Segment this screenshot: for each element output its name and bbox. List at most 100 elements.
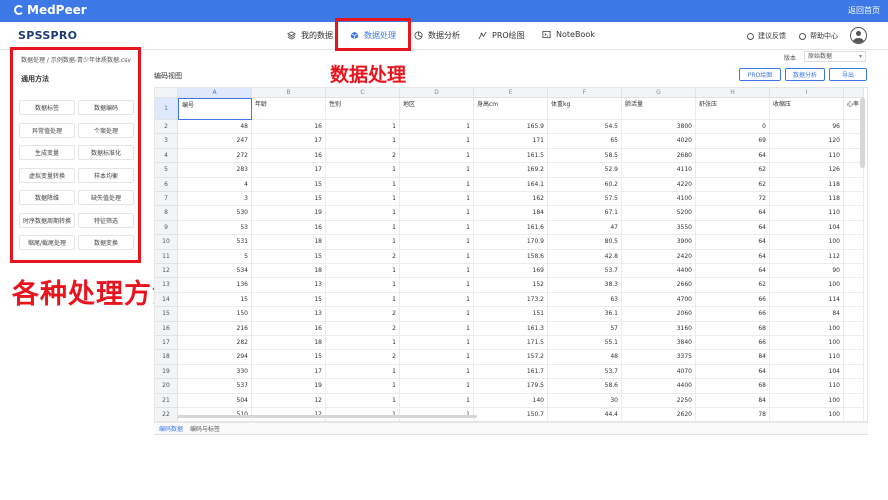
method-button[interactable]: 样本均衡 [78,167,134,183]
table-cell[interactable]: 2680 [622,148,696,164]
table-cell[interactable]: 1 [326,235,400,250]
row-header[interactable]: 1 [155,98,178,120]
table-cell[interactable]: 64 [696,264,770,279]
table-cell[interactable]: 1 [326,264,400,279]
table-cell[interactable]: 2620 [622,408,696,421]
table-cell[interactable]: 2 [326,350,400,365]
table-cell[interactable]: 4400 [622,379,696,394]
spsspro-brand[interactable]: SPSSPRO [18,29,77,42]
table-cell[interactable]: 17 [252,134,326,149]
table-cell[interactable]: 2 [326,148,400,164]
table-cell[interactable]: 1 [400,336,474,351]
table-cell[interactable]: 1 [400,163,474,178]
column-header[interactable] [844,88,864,98]
table-cell[interactable]: 104 [770,364,844,380]
tab-encoded-data[interactable]: 编码数据 [159,424,183,433]
table-cell[interactable]: 53.7 [548,364,622,380]
table-cell[interactable]: 164.1 [474,177,548,192]
table-cell[interactable]: 84 [696,350,770,365]
table-cell[interactable]: 104 [770,220,844,236]
header-cell[interactable]: 身高cm [474,98,548,120]
table-cell[interactable]: 44.4 [548,408,622,421]
table-cell[interactable]: 100 [770,408,844,421]
method-button[interactable]: 缩尾/截尾处理 [19,235,75,250]
table-cell[interactable]: 64 [696,364,770,380]
table-cell[interactable]: 118 [770,177,844,192]
table-cell[interactable] [844,249,864,264]
table-cell[interactable]: 54.5 [548,120,622,135]
table-cell[interactable]: 15 [252,249,326,264]
table-cell[interactable]: 112 [770,249,844,264]
table-cell[interactable]: 48 [548,350,622,365]
table-cell[interactable]: 1 [400,350,474,365]
table-cell[interactable] [844,364,864,380]
column-header[interactable]: F [548,88,622,98]
table-cell[interactable]: 84 [696,393,770,408]
table-cell[interactable]: 100 [770,235,844,250]
table-cell[interactable]: 534 [178,264,252,279]
row-header[interactable]: 12 [155,264,178,279]
table-cell[interactable]: 1 [400,220,474,236]
table-cell[interactable]: 3840 [622,336,696,351]
row-header[interactable]: 14 [155,292,178,308]
table-cell[interactable]: 58.6 [548,379,622,394]
table-cell[interactable]: 65 [548,134,622,149]
table-cell[interactable]: 150.7 [474,408,548,421]
table-cell[interactable] [844,278,864,293]
table-cell[interactable]: 1 [326,206,400,221]
table-cell[interactable]: 2060 [622,307,696,322]
table-cell[interactable]: 110 [770,350,844,365]
method-button[interactable]: 个案处理 [78,122,134,138]
table-cell[interactable]: 1 [400,120,474,135]
method-button[interactable]: 时序数据周期转换 [19,212,75,228]
table-cell[interactable]: 171 [474,134,548,149]
table-cell[interactable]: 1 [400,379,474,394]
table-cell[interactable]: 100 [770,321,844,336]
table-cell[interactable]: 1 [326,292,400,308]
table-cell[interactable]: 42.8 [548,249,622,264]
table-cell[interactable]: 4700 [622,292,696,308]
table-cell[interactable]: 247 [178,134,252,149]
row-header[interactable]: 9 [155,220,178,236]
method-button[interactable]: 异常值处理 [19,122,75,138]
table-cell[interactable]: 3160 [622,321,696,336]
table-cell[interactable]: 78 [696,408,770,421]
method-button[interactable]: 缺失值处理 [78,190,134,205]
table-cell[interactable]: 53.7 [548,264,622,279]
table-cell[interactable]: 1 [326,278,400,293]
breadcrumb[interactable]: 数据处理 / 示例数据-青少年体质数据.csv [21,55,131,64]
table-cell[interactable]: 13 [252,278,326,293]
row-header[interactable]: 15 [155,307,178,322]
table-cell[interactable]: 16 [252,148,326,164]
table-cell[interactable]: 140 [474,393,548,408]
row-header[interactable]: 16 [155,321,178,336]
table-cell[interactable]: 114 [770,292,844,308]
table-cell[interactable] [844,379,864,394]
row-header[interactable]: 5 [155,163,178,178]
table-cell[interactable]: 2250 [622,393,696,408]
table-cell[interactable]: 179.5 [474,379,548,394]
table-cell[interactable]: 1 [400,177,474,192]
table-cell[interactable]: 64 [696,220,770,236]
table-cell[interactable]: 173.2 [474,292,548,308]
table-cell[interactable]: 126 [770,163,844,178]
table-cell[interactable]: 57.5 [548,192,622,207]
table-cell[interactable]: 80.5 [548,235,622,250]
table-cell[interactable]: 18 [252,264,326,279]
table-cell[interactable]: 170.9 [474,235,548,250]
table-cell[interactable]: 64 [696,235,770,250]
table-cell[interactable]: 171.5 [474,336,548,351]
table-cell[interactable]: 169 [474,264,548,279]
column-header[interactable]: A [178,88,252,98]
table-cell[interactable]: 1 [400,321,474,336]
header-cell[interactable]: 编号 [178,98,252,120]
table-cell[interactable]: 12 [252,393,326,408]
table-cell[interactable]: 100 [770,278,844,293]
table-cell[interactable]: 16 [252,120,326,135]
table-cell[interactable]: 1 [326,364,400,380]
table-cell[interactable]: 110 [770,148,844,164]
help-center-link[interactable]: 帮助中心 [799,31,838,41]
row-header[interactable]: 2 [155,120,178,135]
table-cell[interactable]: 66 [696,292,770,308]
table-cell[interactable]: 66 [696,307,770,322]
